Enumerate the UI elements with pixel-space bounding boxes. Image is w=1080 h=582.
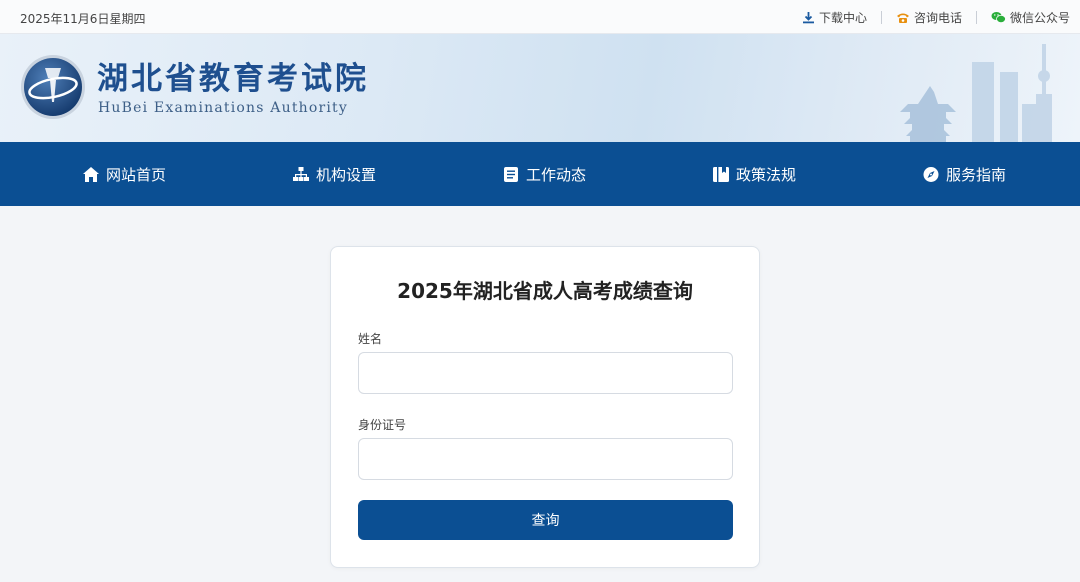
id-number-label: 身份证号 xyxy=(358,418,407,432)
divider xyxy=(880,11,882,24)
site-subtitle: HuBei Examinations Authority xyxy=(98,100,348,116)
phone-icon xyxy=(896,11,910,24)
home-icon xyxy=(82,166,100,183)
form-title: 2025年湖北省成人高考成绩查询 xyxy=(397,279,693,303)
nav-item-organization[interactable]: 机构设置 xyxy=(292,142,376,206)
consult-phone-label: 咨询电话 xyxy=(913,11,962,25)
wechat-account-link[interactable]: 微信公众号 xyxy=(991,9,1070,26)
current-date: 2025年11月6日星期四 xyxy=(20,12,146,26)
nav-label: 政策法规 xyxy=(736,165,797,184)
site-banner: 湖北省教育考试院 HuBei Examinations Authority xyxy=(0,34,1080,142)
wechat-icon xyxy=(991,11,1006,24)
city-skyline-illustration xyxy=(900,44,1052,142)
id-number-input[interactable] xyxy=(358,438,733,480)
compass-icon xyxy=(922,166,940,183)
score-query-card: 2025年湖北省成人高考成绩查询 姓名 身份证号 查询 xyxy=(330,246,760,568)
main-nav: 网站首页 机构设置 工作动态 政策法规 服务指南 xyxy=(0,142,1080,206)
nav-item-home[interactable]: 网站首页 xyxy=(82,142,166,206)
query-button[interactable]: 查询 xyxy=(358,500,733,540)
nav-label: 网站首页 xyxy=(106,165,167,184)
divider xyxy=(975,11,977,24)
download-center-label: 下载中心 xyxy=(818,11,867,25)
book-icon xyxy=(712,166,730,183)
nav-label: 工作动态 xyxy=(526,165,587,184)
site-title: 湖北省教育考试院 xyxy=(97,61,369,97)
org-chart-icon xyxy=(292,166,310,183)
utility-links: 下载中心 咨询电话 微信公众号 xyxy=(802,9,1070,26)
download-center-link[interactable]: 下载中心 xyxy=(802,9,867,26)
document-icon xyxy=(502,166,520,183)
nav-item-work-news[interactable]: 工作动态 xyxy=(502,142,586,206)
top-utility-bar: 2025年11月6日星期四 下载中心 咨询电话 微信公众号 xyxy=(0,0,1080,34)
consult-phone-link[interactable]: 咨询电话 xyxy=(896,9,962,26)
name-input[interactable] xyxy=(358,352,733,394)
site-logo[interactable] xyxy=(20,54,86,120)
wechat-account-label: 微信公众号 xyxy=(1009,11,1070,25)
download-icon xyxy=(802,11,815,24)
nav-item-policies[interactable]: 政策法规 xyxy=(712,142,796,206)
nav-label: 机构设置 xyxy=(316,165,377,184)
name-label: 姓名 xyxy=(358,332,383,346)
nav-item-service-guide[interactable]: 服务指南 xyxy=(922,142,1006,206)
nav-label: 服务指南 xyxy=(946,165,1007,184)
